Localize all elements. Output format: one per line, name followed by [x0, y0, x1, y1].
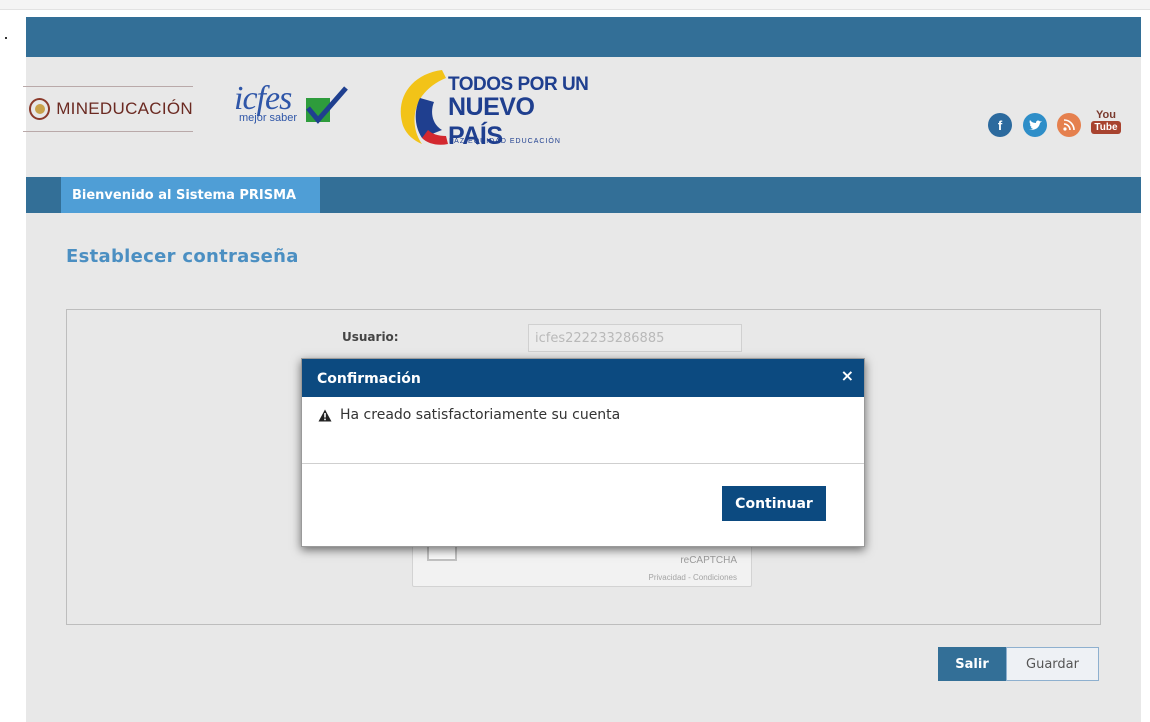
rss-icon[interactable] — [1057, 113, 1081, 137]
usuario-label: Usuario: — [342, 330, 399, 344]
warning-icon — [318, 409, 332, 421]
colombia-flag-swoosh-icon — [400, 70, 448, 145]
dialog-header: Confirmación × — [302, 359, 864, 397]
icfes-logo[interactable]: icfes mejor saber — [234, 80, 348, 130]
continuar-button[interactable]: Continuar — [722, 486, 826, 521]
twitter-icon[interactable] — [1023, 113, 1047, 137]
dialog-message-row: Ha creado satisfactoriamente su cuenta — [318, 407, 620, 423]
colombia-seal-icon — [29, 98, 51, 120]
dialog-divider — [302, 463, 864, 464]
mineducacion-logo[interactable]: MINEDUCACIÓN — [23, 86, 193, 132]
salir-button[interactable]: Salir — [938, 647, 1006, 681]
tab-bienvenido[interactable]: Bienvenido al Sistema PRISMA — [61, 177, 320, 213]
dialog-title: Confirmación — [317, 371, 421, 387]
guardar-button[interactable]: Guardar — [1006, 647, 1099, 681]
todos-por-un-nuevo-pais-logo[interactable]: TODOS POR UN NUEVO PAÍS PAZ EQUIDAD EDUC… — [392, 52, 592, 152]
top-header-bar — [26, 17, 1141, 57]
recaptcha-label: reCAPTCHA — [680, 555, 737, 566]
dialog-message: Ha creado satisfactoriamente su cuenta — [340, 407, 621, 423]
confirmation-dialog: Confirmación × Ha creado satisfactoriame… — [301, 358, 865, 547]
facebook-icon[interactable]: f — [988, 113, 1012, 137]
todos-line3: PAZ EQUIDAD EDUCACIÓN — [449, 138, 561, 145]
mineducacion-text: MINEDUCACIÓN — [56, 99, 193, 118]
usuario-field[interactable] — [528, 324, 742, 352]
youtube-icon[interactable]: You Tube — [1091, 110, 1121, 140]
main-nav-bar: Bienvenido al Sistema PRISMA — [26, 177, 1141, 213]
recaptcha-links[interactable]: Privacidad - Condiciones — [649, 573, 738, 582]
icfes-tagline: mejor saber — [239, 112, 298, 124]
checkmark-icon — [306, 86, 348, 124]
browser-top-strip — [0, 0, 1150, 10]
stray-dot — [5, 37, 7, 39]
page-title: Establecer contraseña — [66, 246, 299, 267]
close-icon[interactable]: × — [841, 366, 854, 386]
